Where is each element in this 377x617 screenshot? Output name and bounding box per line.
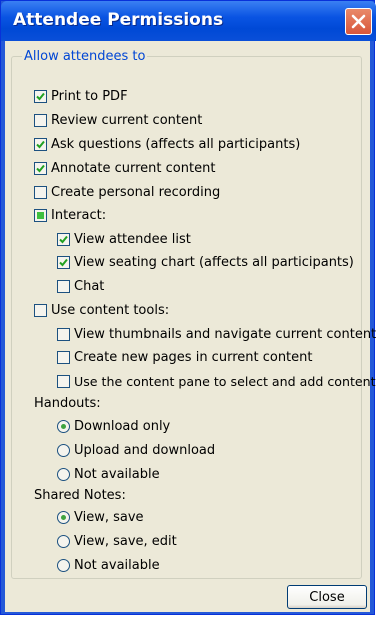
personal-recording-checkbox[interactable]	[34, 185, 47, 199]
view-thumbnails-option[interactable]: View thumbnails and navigate current con…	[57, 324, 376, 344]
notes-not-available-option[interactable]: Not available	[57, 555, 160, 575]
personal-recording-option[interactable]: Create personal recording	[34, 182, 220, 202]
chat-label: Chat	[74, 278, 105, 294]
notes-view-save-radio[interactable]	[57, 510, 70, 524]
handouts-not-available-label: Not available	[74, 466, 160, 482]
annotate-label: Annotate current content	[51, 160, 216, 176]
handouts-upload-download-label: Upload and download	[74, 442, 216, 458]
use-content-tools-label: Use content tools:	[51, 302, 170, 318]
view-seating-chart-label: View seating chart (affects all particip…	[74, 254, 354, 270]
view-attendee-list-option[interactable]: View attendee list	[57, 229, 191, 249]
create-pages-option[interactable]: Create new pages in current content	[57, 347, 313, 367]
create-pages-checkbox[interactable]	[57, 350, 70, 364]
ask-questions-checkbox[interactable]	[34, 137, 47, 151]
interact-label: Interact:	[51, 207, 107, 223]
create-pages-label: Create new pages in current content	[74, 349, 313, 365]
close-icon	[351, 14, 366, 29]
view-seating-chart-option[interactable]: View seating chart (affects all particip…	[57, 252, 354, 272]
use-content-pane-option[interactable]: Use the content pane to select and add c…	[57, 371, 376, 391]
review-content-label: Review current content	[51, 112, 203, 128]
checkmark-icon	[36, 92, 45, 100]
dialog-title: Attendee Permissions	[13, 10, 224, 30]
checkmark-icon	[36, 164, 45, 172]
handouts-download-only-option[interactable]: Download only	[57, 416, 170, 436]
use-content-tools-option[interactable]: Use content tools:	[34, 300, 169, 320]
review-content-option[interactable]: Review current content	[34, 110, 202, 130]
interact-option[interactable]: Interact:	[34, 205, 106, 225]
close-button[interactable]: Close	[287, 585, 367, 609]
permissions-group: Allow attendees to Print to PDF Review c…	[11, 49, 376, 579]
view-attendee-list-checkbox[interactable]	[57, 232, 70, 246]
shared-notes-label: Shared Notes:	[34, 487, 126, 503]
chat-option[interactable]: Chat	[57, 276, 104, 296]
print-pdf-label: Print to PDF	[51, 88, 128, 104]
interact-checkbox[interactable]	[34, 208, 47, 222]
notes-view-save-option[interactable]: View, save	[57, 507, 144, 527]
annotate-option[interactable]: Annotate current content	[34, 158, 215, 178]
handouts-download-only-label: Download only	[74, 418, 171, 434]
ask-questions-label: Ask questions (affects all participants)	[51, 136, 301, 152]
use-content-tools-checkbox[interactable]	[34, 303, 47, 317]
title-bar[interactable]: Attendee Permissions	[1, 1, 376, 41]
view-thumbnails-label: View thumbnails and navigate current con…	[74, 326, 377, 342]
annotate-checkbox[interactable]	[34, 161, 47, 175]
chat-checkbox[interactable]	[57, 279, 70, 293]
notes-view-save-edit-label: View, save, edit	[74, 533, 177, 549]
dialog-body: Allow attendees to Print to PDF Review c…	[5, 41, 376, 612]
print-pdf-option[interactable]: Print to PDF	[34, 86, 128, 106]
use-content-pane-label: Use the content pane to select and add c…	[74, 373, 376, 389]
close-window-button[interactable]	[345, 8, 372, 35]
handouts-not-available-radio[interactable]	[57, 467, 70, 481]
handouts-download-only-radio[interactable]	[57, 419, 70, 433]
notes-view-save-edit-option[interactable]: View, save, edit	[57, 531, 177, 551]
use-content-pane-checkbox[interactable]	[57, 374, 70, 388]
personal-recording-label: Create personal recording	[51, 184, 221, 200]
handouts-upload-download-radio[interactable]	[57, 443, 70, 457]
checkmark-icon	[36, 140, 45, 148]
attendee-permissions-dialog: Attendee Permissions Allow attendees to …	[0, 0, 376, 615]
checkmark-icon	[59, 258, 68, 266]
handouts-label: Handouts:	[34, 395, 101, 411]
handouts-not-available-option[interactable]: Not available	[57, 464, 160, 484]
view-thumbnails-checkbox[interactable]	[57, 327, 70, 341]
ask-questions-option[interactable]: Ask questions (affects all participants)	[34, 134, 300, 154]
review-content-checkbox[interactable]	[34, 113, 47, 127]
print-pdf-checkbox[interactable]	[34, 89, 47, 103]
view-seating-chart-checkbox[interactable]	[57, 255, 70, 269]
handouts-upload-download-option[interactable]: Upload and download	[57, 440, 215, 460]
notes-view-save-edit-radio[interactable]	[57, 534, 70, 548]
checkmark-icon	[59, 235, 68, 243]
view-attendee-list-label: View attendee list	[74, 231, 191, 247]
notes-not-available-label: Not available	[74, 557, 160, 573]
notes-view-save-label: View, save	[74, 509, 144, 525]
group-legend: Allow attendees to	[24, 49, 146, 64]
notes-not-available-radio[interactable]	[57, 558, 70, 572]
